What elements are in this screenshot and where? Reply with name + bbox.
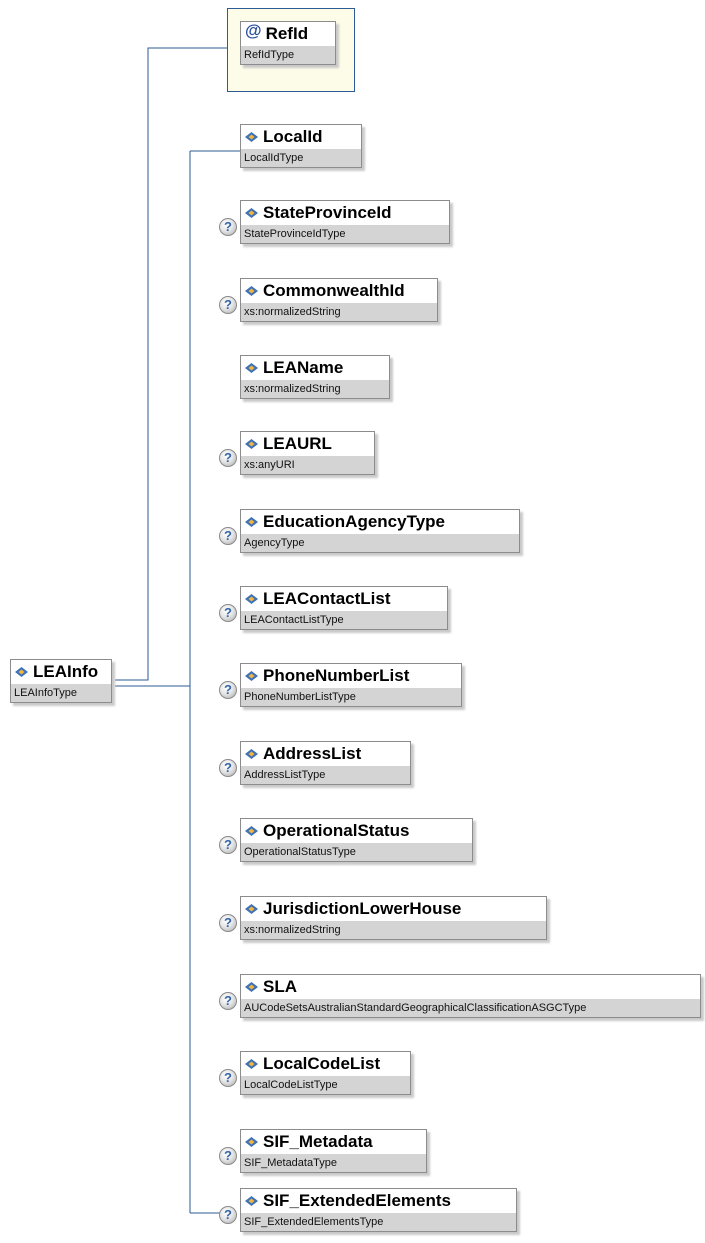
element-name: LEAContactList [263, 589, 391, 608]
element-name: EducationAgencyType [263, 512, 445, 531]
attribute-type: RefIdType [241, 46, 335, 64]
element-type: SIF_ExtendedElementsType [241, 1213, 516, 1231]
element-icon [245, 1137, 258, 1147]
attribute-name: RefId [265, 24, 309, 43]
element-name: PhoneNumberList [263, 666, 410, 685]
element-node[interactable]: AddressList AddressListType [240, 741, 411, 785]
element-icon [245, 594, 258, 604]
element-type: LocalCodeListType [241, 1076, 410, 1094]
optional-icon: ? [219, 1206, 237, 1224]
optional-icon: ? [219, 992, 237, 1010]
element-name: CommonwealthId [263, 281, 405, 300]
root-element-name: LEAInfo [33, 662, 99, 681]
element-icon [245, 749, 258, 759]
element-name: SLA [263, 977, 297, 996]
root-element-node[interactable]: LEAInfo LEAInfoType [10, 659, 112, 703]
attribute-connector [115, 47, 227, 681]
element-icon [245, 132, 258, 142]
element-name: LocalCodeList [263, 1054, 381, 1073]
element-node[interactable]: SLA AUCodeSetsAustralianStandardGeographi… [240, 974, 701, 1018]
element-node[interactable]: LEAName xs:normalizedString [240, 355, 390, 399]
element-type: AUCodeSetsAustralianStandardGeographical… [241, 999, 700, 1017]
element-icon [245, 1059, 258, 1069]
element-node[interactable]: OperationalStatus OperationalStatusType [240, 818, 473, 862]
element-type: xs:anyURI [241, 456, 374, 474]
element-icon [245, 1196, 258, 1206]
element-type: PhoneNumberListType [241, 688, 461, 706]
optional-icon: ? [219, 527, 237, 545]
optional-icon: ? [219, 836, 237, 854]
optional-icon: ? [219, 449, 237, 467]
element-name: StateProvinceId [263, 203, 392, 222]
element-node[interactable]: LocalCodeList LocalCodeListType [240, 1051, 411, 1095]
element-icon [245, 439, 258, 449]
element-icon [245, 904, 258, 914]
element-node[interactable]: PhoneNumberList PhoneNumberListType [240, 663, 462, 707]
optional-icon: ? [219, 1147, 237, 1165]
attribute-node[interactable]: @ RefId RefIdType [240, 21, 336, 65]
attributes-group: @ RefId RefIdType [227, 8, 355, 92]
element-type: xs:normalizedString [241, 380, 389, 398]
element-type: xs:normalizedString [241, 921, 546, 939]
element-type: LEAContactListType [241, 611, 447, 629]
element-icon [245, 208, 258, 218]
element-node[interactable]: LEAContactList LEAContactListType [240, 586, 448, 630]
attribute-at-icon: @ [245, 21, 262, 40]
optional-icon: ? [219, 914, 237, 932]
optional-icon: ? [219, 296, 237, 314]
element-name: JurisdictionLowerHouse [263, 899, 462, 918]
element-icon [245, 363, 258, 373]
optional-icon: ? [219, 759, 237, 777]
element-node[interactable]: StateProvinceId StateProvinceIdType [240, 200, 450, 244]
element-node[interactable]: LocalId LocalIdType [240, 124, 362, 168]
element-node[interactable]: SIF_Metadata SIF_MetadataType [240, 1129, 427, 1173]
element-node[interactable]: EducationAgencyType AgencyType [240, 509, 520, 553]
element-name: AddressList [263, 744, 362, 763]
element-node[interactable]: SIF_ExtendedElements SIF_ExtendedElements… [240, 1188, 517, 1232]
element-icon [245, 982, 258, 992]
element-icon [245, 517, 258, 527]
element-type: LocalIdType [241, 149, 361, 167]
optional-icon: ? [219, 1069, 237, 1087]
element-node[interactable]: CommonwealthId xs:normalizedString [240, 278, 438, 322]
optional-icon: ? [219, 681, 237, 699]
element-name: SIF_ExtendedElements [263, 1191, 452, 1210]
element-name: LEAName [263, 358, 344, 377]
element-type: AgencyType [241, 534, 519, 552]
element-type: OperationalStatusType [241, 843, 472, 861]
element-icon [245, 286, 258, 296]
element-type: AddressListType [241, 766, 410, 784]
optional-icon: ? [219, 218, 237, 236]
element-node[interactable]: LEAURL xs:anyURI [240, 431, 375, 475]
optional-icon: ? [219, 604, 237, 622]
element-name: LocalId [263, 127, 323, 146]
element-node[interactable]: JurisdictionLowerHouse xs:normalizedStrin… [240, 896, 547, 940]
element-icon [15, 667, 28, 677]
element-name: LEAURL [263, 434, 332, 453]
element-type: xs:normalizedString [241, 303, 437, 321]
element-type: SIF_MetadataType [241, 1154, 426, 1172]
element-type: StateProvinceIdType [241, 225, 449, 243]
element-icon [245, 671, 258, 681]
element-name: SIF_Metadata [263, 1132, 373, 1151]
root-element-type: LEAInfoType [11, 684, 111, 702]
element-icon [245, 826, 258, 836]
element-name: OperationalStatus [263, 821, 410, 840]
